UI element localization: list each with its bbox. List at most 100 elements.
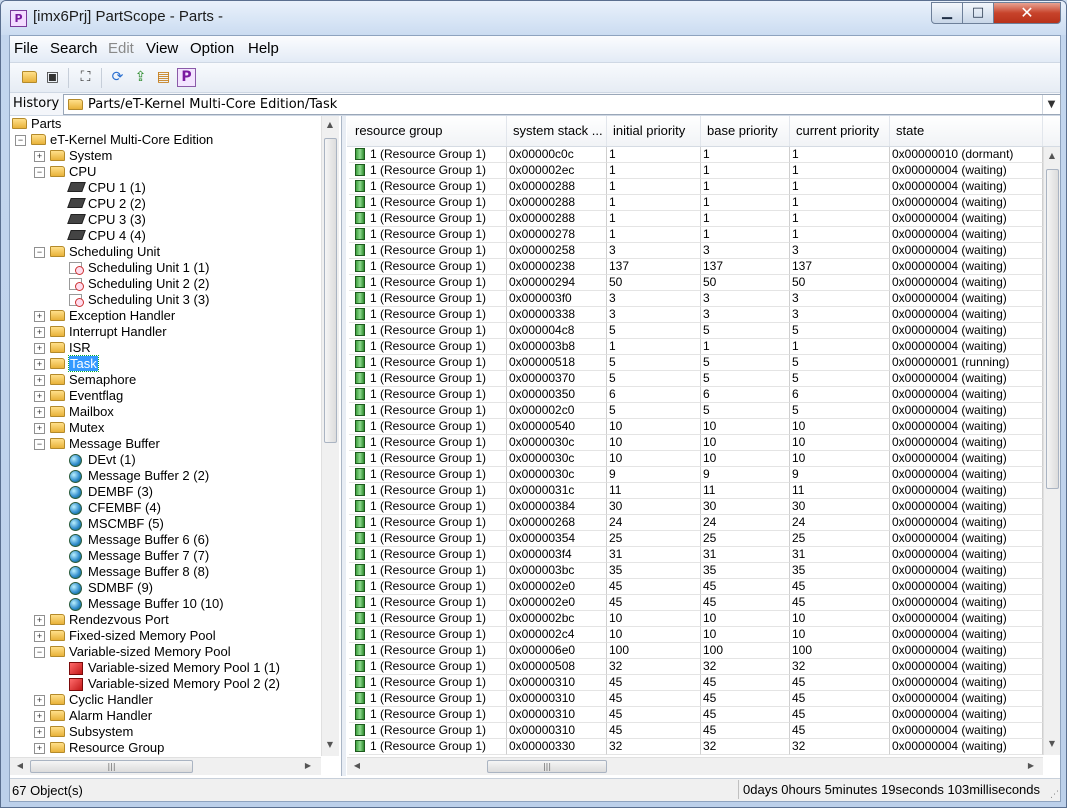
- scroll-down-icon[interactable]: ▼: [322, 740, 338, 749]
- tree-item[interactable]: + Resource Group: [10, 740, 341, 756]
- expand-icon[interactable]: +: [34, 615, 45, 626]
- scroll-thumb[interactable]: [324, 138, 337, 443]
- expand-icon[interactable]: +: [34, 343, 45, 354]
- table-row[interactable]: 1 (Resource Group 1) 0x00000258 3 3 3 0x00000…: [347, 243, 1043, 259]
- tree-item[interactable]: Parts: [10, 116, 341, 132]
- tree-item[interactable]: + Fixed-sized Memory Pool: [10, 628, 341, 644]
- table-row[interactable]: 1 (Resource Group 1) 0x0000031c 11 11 11 0x00…: [347, 483, 1043, 499]
- binoculars-icon[interactable]: ⛶: [76, 68, 95, 87]
- table-row[interactable]: 1 (Resource Group 1) 0x00000540 10 10 10 0x00…: [347, 419, 1043, 435]
- table-row[interactable]: 1 (Resource Group 1) 0x00000310 45 45 45 0x00…: [347, 675, 1043, 691]
- scroll-left-icon[interactable]: ◀: [12, 761, 28, 770]
- tree-item[interactable]: Message Buffer 7 (7): [10, 548, 341, 564]
- table-row[interactable]: 1 (Resource Group 1) 0x00000288 1 1 1 0x00000…: [347, 179, 1043, 195]
- grid-horizontal-scrollbar[interactable]: ◀ ||| ▶: [347, 757, 1043, 775]
- expand-icon[interactable]: +: [34, 151, 45, 162]
- collapse-icon[interactable]: −: [34, 167, 45, 178]
- tree-vertical-scrollbar[interactable]: ▲ ▼: [321, 116, 339, 756]
- menu-option[interactable]: Option: [190, 40, 234, 57]
- column-header[interactable]: system stack ...: [507, 116, 607, 146]
- table-row[interactable]: 1 (Resource Group 1) 0x000002e0 45 45 45 0x00…: [347, 579, 1043, 595]
- tree-item[interactable]: + Interrupt Handler: [10, 324, 341, 340]
- collapse-icon[interactable]: −: [15, 135, 26, 146]
- tree-item[interactable]: + Subsystem: [10, 724, 341, 740]
- scroll-up-icon[interactable]: ▲: [322, 120, 338, 129]
- scroll-thumb[interactable]: [1046, 169, 1059, 489]
- table-row[interactable]: 1 (Resource Group 1) 0x00000330 32 32 32 0x00…: [347, 739, 1043, 755]
- tree-item[interactable]: CPU 1 (1): [10, 180, 341, 196]
- expand-icon[interactable]: +: [34, 359, 45, 370]
- expand-icon[interactable]: +: [34, 423, 45, 434]
- table-row[interactable]: 1 (Resource Group 1) 0x00000508 32 32 32 0x00…: [347, 659, 1043, 675]
- expand-icon[interactable]: +: [34, 311, 45, 322]
- tree-item[interactable]: + Alarm Handler: [10, 708, 341, 724]
- export-icon[interactable]: ⇪: [131, 68, 150, 87]
- expand-icon[interactable]: +: [34, 695, 45, 706]
- table-row[interactable]: 1 (Resource Group 1) 0x00000268 24 24 24 0x00…: [347, 515, 1043, 531]
- history-combobox[interactable]: Parts/eT-Kernel Multi-Core Edition/Task …: [63, 94, 1061, 115]
- table-row[interactable]: 1 (Resource Group 1) 0x000003b8 1 1 1 0x00000…: [347, 339, 1043, 355]
- column-header[interactable]: state: [890, 116, 1043, 146]
- menu-edit[interactable]: Edit: [108, 40, 134, 57]
- column-header[interactable]: current priority: [790, 116, 890, 146]
- tree-item[interactable]: Message Buffer 8 (8): [10, 564, 341, 580]
- table-row[interactable]: 1 (Resource Group 1) 0x00000238 137 137 137 0…: [347, 259, 1043, 275]
- tree-item[interactable]: DEvt (1): [10, 452, 341, 468]
- table-row[interactable]: 1 (Resource Group 1) 0x00000288 1 1 1 0x00000…: [347, 211, 1043, 227]
- expand-icon[interactable]: +: [34, 727, 45, 738]
- partscope-icon[interactable]: P: [177, 68, 196, 87]
- tree-item[interactable]: Variable-sized Memory Pool 2 (2): [10, 676, 341, 692]
- expand-icon[interactable]: +: [34, 407, 45, 418]
- tree-item[interactable]: Message Buffer 10 (10): [10, 596, 341, 612]
- table-row[interactable]: 1 (Resource Group 1) 0x00000370 5 5 5 0x00000…: [347, 371, 1043, 387]
- table-row[interactable]: 1 (Resource Group 1) 0x00000310 45 45 45 0x00…: [347, 723, 1043, 739]
- tree-item[interactable]: + System: [10, 148, 341, 164]
- table-row[interactable]: 1 (Resource Group 1) 0x00000c0c 1 1 1 0x00000…: [347, 147, 1043, 163]
- tree-item[interactable]: Variable-sized Memory Pool 1 (1): [10, 660, 341, 676]
- table-row[interactable]: 1 (Resource Group 1) 0x00000518 5 5 5 0x00000…: [347, 355, 1043, 371]
- column-header[interactable]: initial priority: [607, 116, 701, 146]
- tree-item[interactable]: + Task: [10, 355, 341, 372]
- table-row[interactable]: 1 (Resource Group 1) 0x000002ec 1 1 1 0x00000…: [347, 163, 1043, 179]
- grid-vertical-scrollbar[interactable]: ▲ ▼: [1043, 147, 1060, 755]
- tree-item[interactable]: + Mailbox: [10, 404, 341, 420]
- scroll-left-icon[interactable]: ◀: [349, 761, 365, 770]
- pane-splitter[interactable]: [342, 116, 346, 776]
- tree-item[interactable]: SDMBF (9): [10, 580, 341, 596]
- menu-view[interactable]: View: [146, 40, 178, 57]
- table-row[interactable]: 1 (Resource Group 1) 0x00000338 3 3 3 0x00000…: [347, 307, 1043, 323]
- tree-item[interactable]: CPU 3 (3): [10, 212, 341, 228]
- table-row[interactable]: 1 (Resource Group 1) 0x0000030c 10 10 10 0x00…: [347, 451, 1043, 467]
- collapse-icon[interactable]: −: [34, 647, 45, 658]
- tree-item[interactable]: CFEMBF (4): [10, 500, 341, 516]
- table-row[interactable]: 1 (Resource Group 1) 0x0000030c 9 9 9 0x00000…: [347, 467, 1043, 483]
- tree-item[interactable]: Message Buffer 6 (6): [10, 532, 341, 548]
- scroll-down-icon[interactable]: ▼: [1044, 739, 1060, 748]
- table-row[interactable]: 1 (Resource Group 1) 0x00000310 45 45 45 0x00…: [347, 707, 1043, 723]
- scroll-thumb[interactable]: |||: [30, 760, 193, 773]
- expand-icon[interactable]: +: [34, 391, 45, 402]
- collapse-icon[interactable]: −: [34, 247, 45, 258]
- table-row[interactable]: 1 (Resource Group 1) 0x000003f0 3 3 3 0x00000…: [347, 291, 1043, 307]
- tree-item[interactable]: + Semaphore: [10, 372, 341, 388]
- table-row[interactable]: 1 (Resource Group 1) 0x0000030c 10 10 10 0x00…: [347, 435, 1043, 451]
- resize-grip-icon[interactable]: ⋰: [1050, 790, 1059, 800]
- expand-icon[interactable]: +: [34, 711, 45, 722]
- tree-item[interactable]: − Scheduling Unit: [10, 244, 341, 260]
- table-row[interactable]: 1 (Resource Group 1) 0x000002bc 10 10 10 0x00…: [347, 611, 1043, 627]
- table-row[interactable]: 1 (Resource Group 1) 0x00000384 30 30 30 0x00…: [347, 499, 1043, 515]
- scroll-right-icon[interactable]: ▶: [300, 761, 316, 770]
- refresh-icon[interactable]: ⟳: [108, 68, 127, 87]
- tree-item[interactable]: + Eventflag: [10, 388, 341, 404]
- tree-item[interactable]: + Rendezvous Port: [10, 612, 341, 628]
- tree-item[interactable]: Scheduling Unit 2 (2): [10, 276, 341, 292]
- save-icon[interactable]: ▣: [43, 68, 62, 87]
- close-button[interactable]: ✕: [993, 2, 1061, 24]
- expand-icon[interactable]: +: [34, 743, 45, 754]
- table-row[interactable]: 1 (Resource Group 1) 0x000006e0 100 100 100 0…: [347, 643, 1043, 659]
- tree-item[interactable]: + ISR: [10, 340, 341, 356]
- table-row[interactable]: 1 (Resource Group 1) 0x00000278 1 1 1 0x00000…: [347, 227, 1043, 243]
- column-header[interactable]: base priority: [701, 116, 790, 146]
- tree-item[interactable]: CPU 2 (2): [10, 196, 341, 212]
- collapse-icon[interactable]: −: [34, 439, 45, 450]
